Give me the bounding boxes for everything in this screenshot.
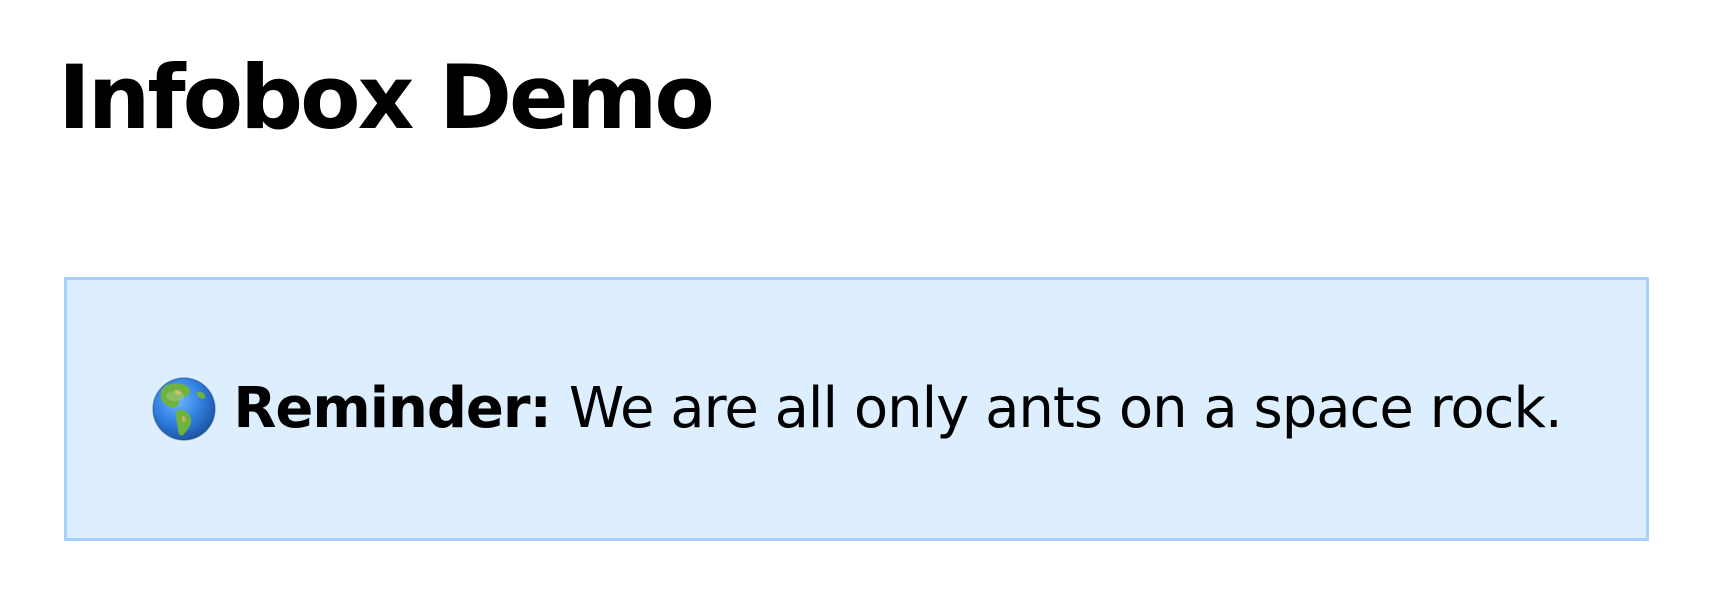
reminder-message: We are all only ants on a space rock. (568, 376, 1563, 441)
infobox: Reminder: We are all only ants on a spac… (64, 277, 1649, 541)
globe-americas-icon (151, 376, 217, 442)
page: Infobox Demo Reminder: We are all only a… (0, 0, 1716, 606)
infobox-content: Reminder: We are all only ants on a spac… (151, 376, 1563, 442)
page-title: Infobox Demo (58, 46, 715, 149)
reminder-label: Reminder: (233, 376, 552, 441)
